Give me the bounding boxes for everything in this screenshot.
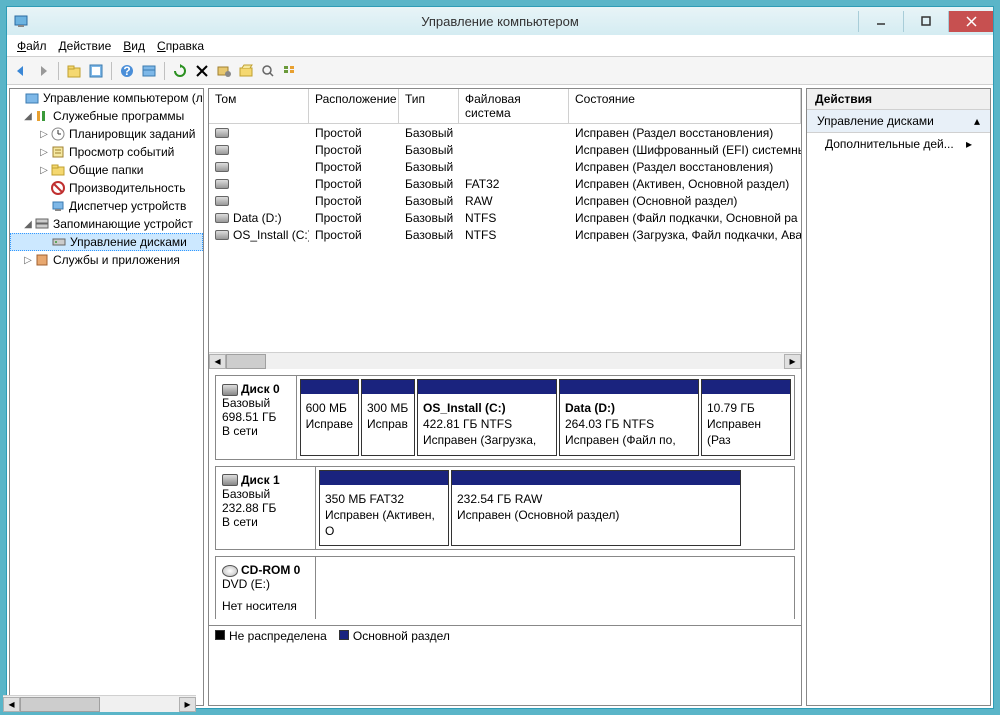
disk-icon — [222, 474, 238, 486]
tree-item[interactable]: ▷Просмотр событий — [10, 143, 203, 161]
col-type[interactable]: Тип — [399, 89, 459, 123]
volume-icon — [215, 145, 229, 155]
menu-view[interactable]: Вид — [117, 37, 151, 55]
cdrom-info[interactable]: CD-ROM 0 DVD (E:) Нет носителя — [216, 557, 316, 619]
disk-block[interactable]: Диск 1Базовый232.88 ГБВ сети350 МБ FAT32… — [215, 466, 795, 551]
main-panel: Том Расположение Тип Файловая система Со… — [208, 88, 802, 706]
scroll-right[interactable]: ▸ — [784, 354, 801, 369]
menu-action[interactable]: Действие — [53, 37, 118, 55]
table-header[interactable]: Том Расположение Тип Файловая система Со… — [209, 89, 801, 124]
partition[interactable]: 300 МБИсправ — [361, 379, 415, 456]
partition[interactable]: 10.79 ГБИсправен (Раз — [701, 379, 791, 456]
scroll-left[interactable]: ◂ — [9, 697, 20, 707]
partition[interactable]: 350 МБ FAT32Исправен (Активен, О — [319, 470, 449, 547]
delete-button[interactable] — [192, 61, 212, 81]
partition[interactable]: 232.54 ГБ RAWИсправен (Основной раздел) — [451, 470, 741, 547]
tree-item[interactable]: ▷Общие папки — [10, 161, 203, 179]
app-window: Управление компьютером Файл Действие Вид… — [6, 6, 994, 709]
table-row[interactable]: ПростойБазовыйИсправен (Раздел восстанов… — [209, 158, 801, 175]
disk-info[interactable]: Диск 1Базовый232.88 ГБВ сети — [216, 467, 316, 550]
disk-icon — [222, 384, 238, 396]
table-row[interactable]: ПростойБазовыйИсправен (Шифрованный (EFI… — [209, 141, 801, 158]
col-filesystem[interactable]: Файловая система — [459, 89, 569, 123]
volume-table[interactable]: Том Расположение Тип Файловая система Со… — [209, 89, 801, 369]
legend: Не распределена Основной раздел — [209, 625, 801, 646]
toolbar: ? — [7, 57, 993, 85]
menu-bar: Файл Действие Вид Справка — [7, 35, 993, 57]
actions-panel: Действия Управление дисками▴ Дополнитель… — [806, 88, 991, 706]
partition[interactable]: Data (D:)264.03 ГБ NTFSИсправен (Файл по… — [559, 379, 699, 456]
volume-icon — [215, 213, 229, 223]
scroll-left[interactable]: ◂ — [209, 354, 226, 369]
disk-info[interactable]: Диск 0Базовый698.51 ГБВ сети — [216, 376, 297, 459]
app-icon — [13, 13, 29, 29]
back-button[interactable] — [11, 61, 31, 81]
disk-block[interactable]: Диск 0Базовый698.51 ГБВ сети600 МБИсправ… — [215, 375, 795, 460]
scroll-right[interactable]: ▸ — [179, 697, 196, 707]
volume-icon — [215, 162, 229, 172]
forward-button[interactable] — [33, 61, 53, 81]
menu-file[interactable]: Файл — [11, 37, 53, 55]
view-button[interactable] — [139, 61, 159, 81]
tree-group-services[interactable]: ▷Службы и приложения — [10, 251, 203, 269]
table-row[interactable]: Data (D:)ПростойБазовыйNTFSИсправен (Фай… — [209, 209, 801, 226]
volume-icon — [215, 179, 229, 189]
search-icon[interactable] — [258, 61, 278, 81]
svg-text:?: ? — [123, 64, 130, 78]
legend-primary-swatch — [339, 630, 349, 640]
close-button[interactable] — [948, 11, 993, 32]
actions-item-more[interactable]: Дополнительные дей...▸ — [807, 133, 990, 155]
window-title: Управление компьютером — [421, 14, 579, 29]
disk-graphic-panel[interactable]: Диск 0Базовый698.51 ГБВ сети600 МБИсправ… — [209, 369, 801, 705]
chevron-right-icon: ▸ — [966, 137, 972, 151]
partition[interactable]: 600 МБИсправе — [300, 379, 359, 456]
open-icon[interactable] — [236, 61, 256, 81]
tree-root[interactable]: Управление компьютером (л — [10, 89, 203, 107]
col-layout[interactable]: Расположение — [309, 89, 399, 123]
actions-item-disk[interactable]: Управление дисками▴ — [807, 110, 990, 133]
volume-icon — [215, 230, 229, 240]
up-button[interactable] — [64, 61, 84, 81]
help-button[interactable]: ? — [117, 61, 137, 81]
actions-header: Действия — [807, 89, 990, 110]
table-row[interactable]: OS_Install (C:)ПростойБазовыйNTFSИсправе… — [209, 226, 801, 243]
volume-icon — [215, 128, 229, 138]
partition[interactable]: OS_Install (C:)422.81 ГБ NTFSИсправен (З… — [417, 379, 557, 456]
col-status[interactable]: Состояние — [569, 89, 801, 123]
legend-unallocated-swatch — [215, 630, 225, 640]
tree-item[interactable]: ▷Планировщик заданий — [10, 125, 203, 143]
tree-item[interactable]: Диспетчер устройств — [10, 197, 203, 215]
table-row[interactable]: ПростойБазовыйИсправен (Раздел восстанов… — [209, 124, 801, 141]
refresh-button[interactable] — [170, 61, 190, 81]
minimize-button[interactable] — [858, 11, 903, 32]
col-volume[interactable]: Том — [209, 89, 309, 123]
volume-icon — [215, 196, 229, 206]
settings-icon[interactable] — [214, 61, 234, 81]
tree-item-disk-mgmt[interactable]: Управление дисками — [10, 233, 203, 251]
tree-item[interactable]: Производительность — [10, 179, 203, 197]
collapse-icon: ▴ — [974, 114, 980, 128]
nav-tree[interactable]: Управление компьютером (л ◢Служебные про… — [9, 88, 204, 706]
tree-group-storage[interactable]: ◢Запоминающие устройст — [10, 215, 203, 233]
table-row[interactable]: ПростойБазовыйRAWИсправен (Основной разд… — [209, 192, 801, 209]
maximize-button[interactable] — [903, 11, 948, 32]
table-row[interactable]: ПростойБазовыйFAT32Исправен (Активен, Ос… — [209, 175, 801, 192]
props-button[interactable] — [86, 61, 106, 81]
list-icon[interactable] — [280, 61, 300, 81]
titlebar[interactable]: Управление компьютером — [7, 7, 993, 35]
cdrom-icon — [222, 565, 238, 577]
menu-help[interactable]: Справка — [151, 37, 210, 55]
tree-group-tools[interactable]: ◢Служебные программы — [10, 107, 203, 125]
